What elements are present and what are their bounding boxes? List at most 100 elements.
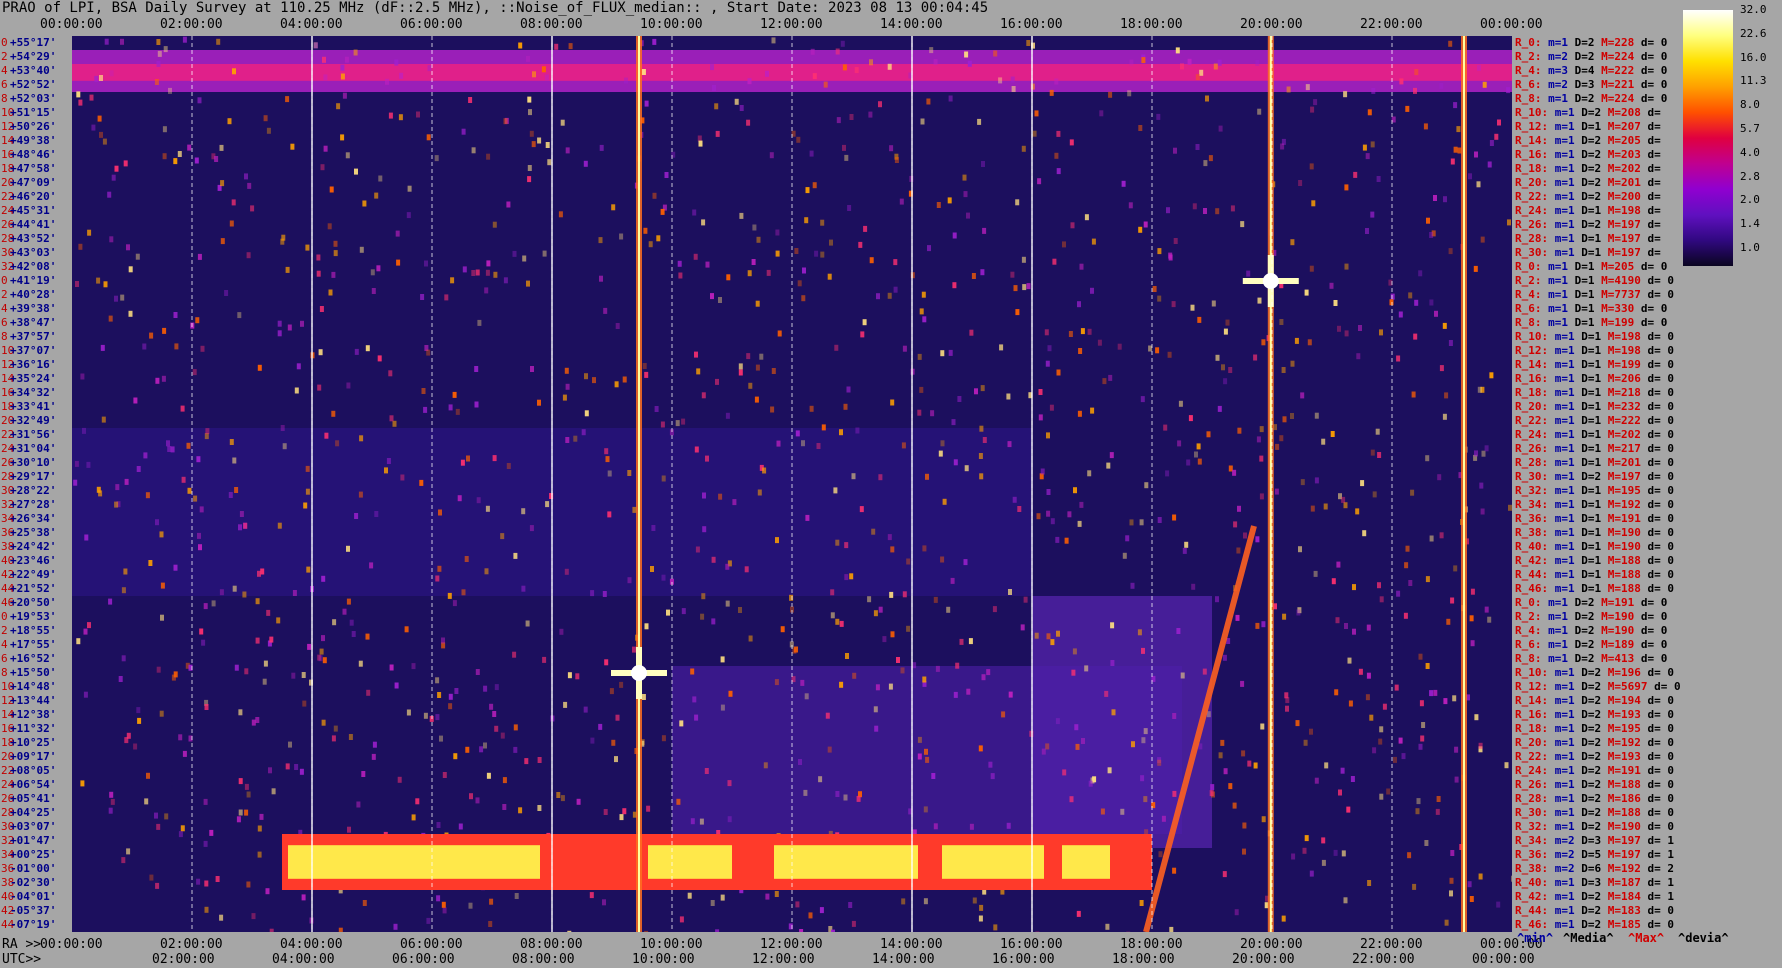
- heatmap-speckle: [526, 55, 530, 62]
- row-stat-m: m=1: [1554, 162, 1582, 175]
- heatmap-speckle: [1105, 923, 1110, 930]
- declination-value: +47°09': [10, 176, 57, 189]
- heatmap-speckle: [300, 320, 304, 327]
- heatmap-speckle: [232, 68, 236, 75]
- heatmap-speckle: [492, 221, 497, 228]
- row-stat-d: D=1: [1581, 358, 1608, 371]
- heatmap-speckle: [187, 144, 192, 151]
- heatmap-speckle: [1259, 426, 1264, 433]
- heatmap-speckle: [161, 375, 166, 382]
- heatmap-speckle: [1253, 762, 1258, 769]
- heatmap-source-core: [631, 665, 647, 681]
- heatmap-speckle: [560, 795, 565, 802]
- heatmap-speckle: [1429, 535, 1434, 542]
- ra-tick: 14:00:00: [880, 937, 943, 952]
- heatmap-speckle: [661, 735, 666, 742]
- heatmap-speckle: [734, 98, 739, 105]
- heatmap-speckle: [371, 288, 376, 294]
- heatmap-speckle: [1305, 84, 1310, 91]
- declination-value: +53°40': [10, 64, 57, 77]
- heatmap-speckle: [854, 67, 859, 74]
- heatmap-speckle: [565, 383, 570, 390]
- heatmap-speckle: [1356, 353, 1361, 360]
- heatmap-speckle: [955, 662, 960, 669]
- heatmap-speckle: [1452, 695, 1457, 702]
- heatmap-speckle: [1350, 776, 1355, 782]
- heatmap-speckle: [109, 236, 114, 243]
- top-time-tick: 14:00:00: [880, 17, 943, 32]
- heatmap-speckle: [1184, 541, 1189, 548]
- row-stat-d: D=1: [1581, 428, 1608, 441]
- heatmap-speckle: [726, 274, 731, 281]
- heatmap-speckle: [1195, 144, 1200, 150]
- heatmap-speckle: [992, 606, 997, 613]
- heatmap-speckle: [104, 38, 109, 45]
- heatmap-speckle: [442, 907, 447, 914]
- heatmap-speckle: [1309, 265, 1314, 272]
- row-stat-d: D=2: [1581, 778, 1608, 791]
- heatmap-speckle: [844, 154, 849, 161]
- heatmap-speckle: [899, 198, 904, 205]
- heatmap-speckle: [727, 816, 732, 823]
- row-stat-r: R_34:: [1515, 498, 1555, 511]
- heatmap-speckle: [1056, 630, 1060, 637]
- heatmap-speckle: [679, 916, 684, 923]
- heatmap-speckle: [136, 466, 141, 472]
- row-stat: R_10: m=1 D=2 M=196 d= 0: [1515, 667, 1674, 678]
- heatmap-speckle: [1484, 606, 1489, 613]
- heatmap-speckle: [1015, 199, 1020, 206]
- heatmap-speckle: [694, 714, 699, 721]
- heatmap-speckle: [492, 455, 497, 462]
- heatmap-speckle: [1056, 130, 1061, 137]
- heatmap-speckle: [755, 300, 760, 307]
- heatmap-speckle: [168, 87, 172, 94]
- declination-value: +08°05': [10, 764, 57, 777]
- heatmap-speckle: [948, 95, 953, 102]
- heatmap-speckle: [114, 165, 119, 172]
- row-stat: R_6: m=1 D=2 M=189 d= 0: [1515, 639, 1667, 650]
- row-stat-m: M=207: [1607, 120, 1648, 133]
- heatmap-speckle: [1338, 789, 1342, 796]
- heatmap-speckle: [257, 364, 262, 371]
- heatmap-speckle: [1192, 203, 1197, 210]
- heatmap-speckle: [849, 114, 854, 120]
- row-stat-m: m=1: [1554, 554, 1582, 567]
- heatmap-speckle: [149, 332, 154, 339]
- declination-value: +00°25': [10, 848, 57, 861]
- heatmap-speckle: [471, 147, 476, 154]
- heatmap-speckle: [644, 100, 649, 107]
- row-stat-m: M=193: [1607, 750, 1648, 763]
- heatmap-plot[interactable]: [72, 36, 1512, 932]
- row-stat-r: R_14:: [1515, 358, 1555, 371]
- heatmap-speckle: [624, 77, 628, 84]
- heatmap-speckle: [725, 563, 730, 570]
- heatmap-speckle: [251, 719, 256, 726]
- heatmap-speckle: [1321, 438, 1326, 445]
- heatmap-speckle: [715, 378, 719, 385]
- heatmap-speckle: [919, 386, 924, 393]
- heatmap-speckle: [1166, 207, 1170, 214]
- declination-label: 22 +31°56': [0, 429, 72, 443]
- heatmap-speckle: [156, 39, 161, 45]
- heatmap-speckle: [1138, 226, 1143, 233]
- row-stat-m: m=1: [1554, 148, 1582, 161]
- utc-prefix: UTC>>: [2, 952, 42, 967]
- heatmap-speckle: [805, 514, 810, 521]
- row-stat-d: d= 0: [1647, 750, 1675, 763]
- heatmap-speckle: [285, 96, 290, 103]
- heatmap-speckle: [797, 280, 802, 287]
- heatmap-speckle: [1341, 850, 1346, 857]
- heatmap-speckle: [448, 703, 453, 710]
- heatmap-speckle: [1298, 180, 1303, 186]
- heatmap-speckle: [296, 363, 301, 370]
- heatmap-speckle: [1026, 283, 1031, 290]
- heatmap-speckle: [752, 224, 757, 231]
- heatmap-speckle: [1285, 697, 1290, 704]
- row-stat: R_12: m=1 D=2 M=5697 d= 0: [1515, 681, 1681, 692]
- row-stat: R_42: m=1 D=2 M=184 d= 1: [1515, 891, 1674, 902]
- row-stat-m: m=1: [1548, 638, 1575, 651]
- row-stat-m: M=192: [1607, 498, 1648, 511]
- colorbar-label: 22.6: [1740, 26, 1767, 40]
- heatmap-speckle: [1418, 653, 1423, 660]
- heatmap-speckle: [427, 65, 432, 72]
